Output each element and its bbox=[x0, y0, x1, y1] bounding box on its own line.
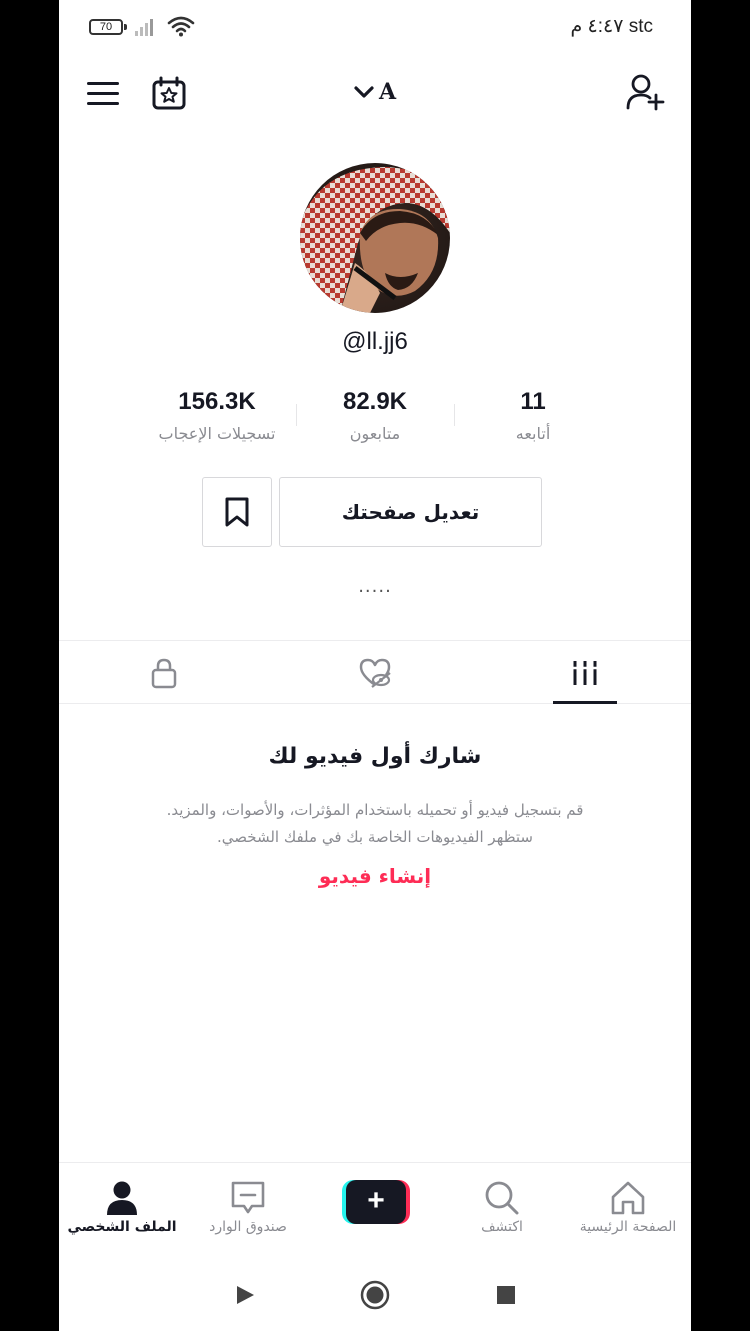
followers-count: 82.9K bbox=[342, 388, 408, 415]
stat-following[interactable]: 11 أتابعه bbox=[453, 388, 613, 443]
create-button[interactable]: + bbox=[342, 1180, 410, 1224]
active-tab-indicator bbox=[553, 701, 617, 704]
empty-state-line: قم بتسجيل فيديو أو تحميله باستخدام المؤث… bbox=[166, 801, 584, 819]
bottom-nav: الملف الشخصي صندوق الوارد + اكتشف الصفحة… bbox=[59, 1162, 691, 1257]
avatar-image bbox=[300, 163, 450, 313]
tab-liked[interactable] bbox=[270, 641, 480, 704]
stat-likes[interactable]: 156.3K تسجيلات الإعجاب bbox=[137, 388, 297, 443]
empty-state-description: قم بتسجيل فيديو أو تحميله باستخدام المؤث… bbox=[119, 797, 631, 851]
likes-label: تسجيلات الإعجاب bbox=[158, 424, 276, 443]
nav-discover[interactable]: اكتشف bbox=[439, 1163, 565, 1258]
home-circle-icon[interactable] bbox=[360, 1280, 390, 1310]
bio: ..... bbox=[358, 576, 392, 597]
calendar-star-icon[interactable] bbox=[151, 75, 187, 111]
signal-icon bbox=[135, 18, 159, 36]
lock-icon bbox=[151, 658, 177, 688]
favorites-button[interactable] bbox=[202, 477, 272, 547]
nav-home-label: الصفحة الرئيسية bbox=[579, 1219, 677, 1235]
wifi-icon bbox=[167, 16, 195, 37]
battery-tip bbox=[124, 24, 127, 30]
system-navigation-bar bbox=[59, 1258, 691, 1331]
empty-state-line: ستظهر الفيديوهات الخاصة بك في ملفك الشخص… bbox=[216, 828, 534, 846]
search-icon bbox=[485, 1181, 519, 1215]
liked-hidden-icon bbox=[359, 658, 391, 688]
back-triangle-icon[interactable] bbox=[234, 1284, 256, 1306]
followers-label: متابعون bbox=[349, 424, 401, 443]
chevron-down-icon bbox=[354, 86, 374, 98]
battery-icon: 70 bbox=[89, 19, 123, 35]
carrier-time: stc ٤:٤٧ م bbox=[570, 16, 653, 37]
profile-icon bbox=[107, 1181, 137, 1215]
nav-profile[interactable]: الملف الشخصي bbox=[59, 1163, 185, 1258]
plus-icon: + bbox=[346, 1180, 406, 1224]
status-bar: 70 stc ٤:٤٧ م bbox=[59, 0, 691, 54]
inbox-icon bbox=[231, 1181, 265, 1214]
nav-home[interactable]: الصفحة الرئيسية bbox=[565, 1163, 691, 1258]
menu-icon[interactable] bbox=[87, 80, 121, 108]
tab-private[interactable] bbox=[59, 641, 269, 704]
stat-followers[interactable]: 82.9K متابعون bbox=[295, 388, 455, 443]
following-count: 11 bbox=[520, 388, 546, 415]
account-name: A bbox=[379, 79, 397, 105]
nav-inbox[interactable]: صندوق الوارد bbox=[185, 1163, 311, 1258]
home-icon bbox=[611, 1181, 645, 1215]
bookmark-icon bbox=[225, 497, 249, 527]
content-tabs bbox=[59, 640, 691, 704]
edit-profile-button[interactable]: تعديل صفحتك bbox=[279, 477, 542, 547]
tab-videos[interactable] bbox=[480, 641, 690, 704]
likes-count: 156.3K bbox=[178, 388, 256, 415]
nav-profile-label: الملف الشخصي bbox=[67, 1219, 177, 1235]
following-label: أتابعه bbox=[515, 424, 551, 443]
add-user-icon[interactable] bbox=[625, 72, 667, 114]
empty-state-title: شارك أول فيديو لك bbox=[268, 744, 482, 769]
username: @ll.jj6 bbox=[342, 328, 408, 355]
avatar[interactable] bbox=[300, 163, 450, 313]
account-switcher[interactable]: A bbox=[353, 76, 396, 108]
phone-screen: 70 stc ٤:٤٧ م A @ll.jj6 156.3K تسجيلات ا… bbox=[59, 0, 691, 1331]
grid-videos-icon bbox=[571, 660, 599, 685]
recents-square-icon[interactable] bbox=[496, 1285, 516, 1305]
create-video-link[interactable]: إنشاء فيديو bbox=[59, 864, 691, 888]
nav-inbox-label: صندوق الوارد bbox=[209, 1219, 287, 1235]
nav-discover-label: اكتشف bbox=[481, 1219, 523, 1235]
